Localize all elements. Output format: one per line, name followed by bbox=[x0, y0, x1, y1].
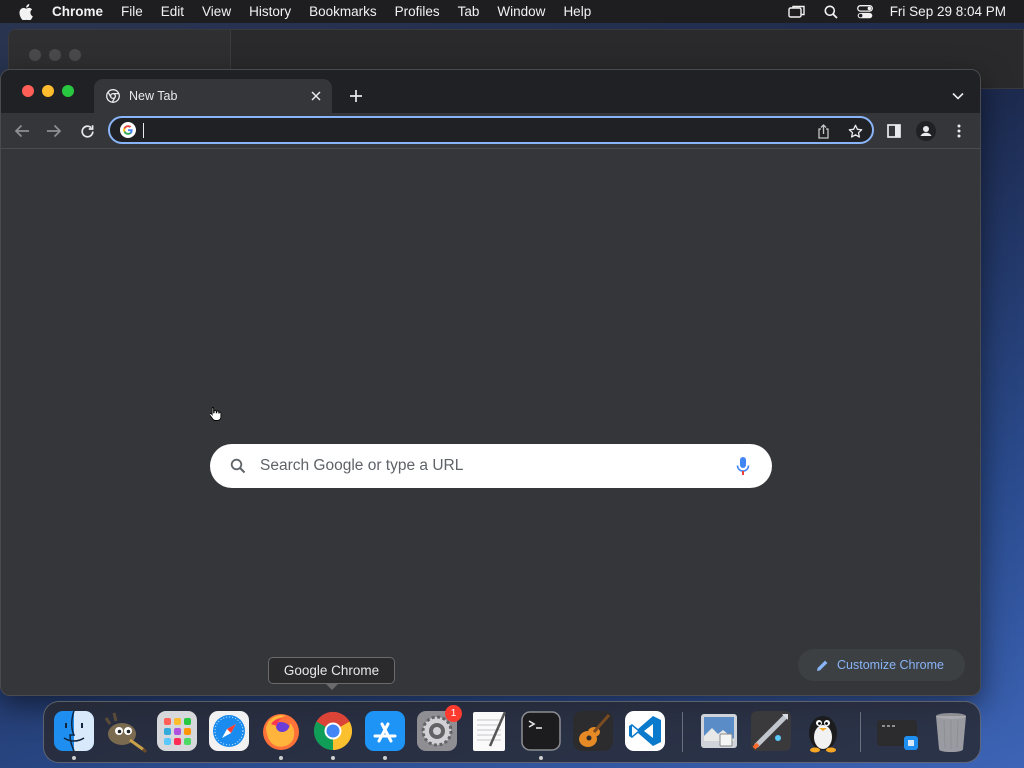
dock-launchpad[interactable] bbox=[154, 708, 200, 754]
dock-rocket-typist[interactable] bbox=[748, 708, 794, 754]
customize-chrome-label: Customize Chrome bbox=[837, 658, 944, 672]
menu-help[interactable]: Help bbox=[554, 0, 600, 23]
running-indicator bbox=[383, 756, 387, 760]
window-zoom-button[interactable] bbox=[62, 85, 74, 97]
tab-title: New Tab bbox=[129, 89, 178, 103]
dock-google-chrome[interactable] bbox=[310, 708, 356, 760]
google-chrome-icon bbox=[313, 711, 353, 751]
hand-pointer-cursor-icon bbox=[210, 406, 222, 421]
screen-mirroring-icon[interactable] bbox=[780, 5, 814, 19]
firefox-icon bbox=[263, 714, 299, 750]
dock-trash[interactable] bbox=[928, 708, 974, 754]
dock-preview[interactable] bbox=[696, 708, 742, 754]
tab-close-icon[interactable] bbox=[308, 88, 324, 104]
forward-icon[interactable] bbox=[42, 119, 66, 143]
tab-new-tab[interactable]: New Tab bbox=[94, 79, 332, 113]
running-indicator bbox=[331, 756, 335, 760]
tab-strip: New Tab bbox=[1, 70, 980, 113]
menu-tab[interactable]: Tab bbox=[449, 0, 489, 23]
menu-bookmarks[interactable]: Bookmarks bbox=[300, 0, 386, 23]
running-indicator bbox=[539, 756, 543, 760]
share-icon[interactable] bbox=[814, 122, 832, 140]
dock-gimp[interactable] bbox=[102, 708, 148, 754]
address-input[interactable] bbox=[144, 122, 784, 138]
tux-penguin-icon bbox=[809, 716, 837, 753]
running-indicator bbox=[279, 756, 283, 760]
background-window-controls bbox=[29, 49, 81, 61]
dock-separator bbox=[682, 712, 683, 752]
side-panel-icon[interactable] bbox=[882, 119, 906, 143]
vscode-icon bbox=[625, 711, 665, 751]
textedit-icon bbox=[473, 711, 507, 751]
reload-icon[interactable] bbox=[75, 119, 99, 143]
finder-icon bbox=[54, 710, 94, 752]
menu-history[interactable]: History bbox=[240, 0, 300, 23]
notification-badge: 1 bbox=[445, 705, 462, 722]
profile-icon[interactable] bbox=[914, 119, 938, 143]
gimp-icon bbox=[104, 712, 148, 754]
apple-menu[interactable] bbox=[0, 3, 52, 20]
google-g-icon bbox=[120, 122, 136, 138]
preview-icon bbox=[701, 714, 737, 748]
downloads-folder-icon bbox=[877, 720, 918, 750]
new-tab-plus-icon[interactable] bbox=[346, 86, 366, 106]
pencil-icon bbox=[817, 660, 828, 671]
inactive-close-button[interactable] bbox=[29, 49, 41, 61]
dock-visual-studio-code[interactable] bbox=[622, 708, 668, 754]
ntp-search-box[interactable]: Search Google or type a URL bbox=[210, 444, 772, 488]
chrome-icon bbox=[106, 89, 120, 103]
dock-system-settings[interactable]: 1 bbox=[414, 705, 462, 754]
menu-edit[interactable]: Edit bbox=[152, 0, 193, 23]
microphone-icon[interactable] bbox=[736, 456, 750, 476]
rocket-icon bbox=[751, 711, 791, 751]
terminal-icon bbox=[521, 711, 561, 751]
address-bar[interactable] bbox=[108, 116, 874, 144]
control-center-icon[interactable] bbox=[848, 4, 882, 19]
chrome-window: New Tab Search Google or type a URL Cust… bbox=[0, 69, 981, 696]
inactive-zoom-button[interactable] bbox=[69, 49, 81, 61]
back-icon[interactable] bbox=[10, 119, 34, 143]
menu-bar: Chrome File Edit View History Bookmarks … bbox=[0, 0, 1024, 23]
inactive-minimize-button[interactable] bbox=[49, 49, 61, 61]
launchpad-icon bbox=[157, 711, 197, 751]
menu-view[interactable]: View bbox=[193, 0, 240, 23]
new-tab-page: Search Google or type a URL Customize Ch… bbox=[1, 149, 980, 695]
search-icon bbox=[230, 458, 246, 474]
running-indicator bbox=[72, 756, 76, 760]
window-controls bbox=[22, 85, 74, 97]
dock-safari[interactable] bbox=[206, 708, 252, 754]
window-minimize-button[interactable] bbox=[42, 85, 54, 97]
menu-window[interactable]: Window bbox=[488, 0, 554, 23]
dock-tooltip-arrow bbox=[325, 683, 339, 690]
garageband-guitar-icon bbox=[573, 711, 613, 751]
safari-icon bbox=[209, 711, 249, 751]
dock: 1 bbox=[43, 701, 981, 763]
dock-garageband[interactable] bbox=[570, 708, 616, 754]
ntp-search-placeholder: Search Google or type a URL bbox=[260, 457, 464, 474]
tab-search-chevron-icon[interactable] bbox=[948, 86, 968, 106]
dock-tooltip: Google Chrome bbox=[268, 657, 395, 684]
dock-terminal[interactable] bbox=[518, 708, 564, 760]
window-close-button[interactable] bbox=[22, 85, 34, 97]
spotlight-search-icon[interactable] bbox=[814, 5, 848, 19]
menu-kebab-icon[interactable] bbox=[947, 119, 971, 143]
menu-file[interactable]: File bbox=[112, 0, 152, 23]
dock-tux[interactable] bbox=[800, 708, 846, 754]
menu-app-chrome[interactable]: Chrome bbox=[52, 0, 112, 23]
bookmark-star-icon[interactable] bbox=[846, 122, 864, 140]
dock-firefox[interactable] bbox=[258, 708, 304, 760]
dock-separator bbox=[860, 712, 861, 752]
menu-profiles[interactable]: Profiles bbox=[386, 0, 449, 23]
customize-chrome-button[interactable]: Customize Chrome bbox=[798, 649, 965, 681]
dock-finder[interactable] bbox=[51, 708, 97, 760]
dock-textedit[interactable] bbox=[466, 708, 512, 754]
apple-icon bbox=[19, 3, 33, 20]
menu-clock[interactable]: Fri Sep 29 8:04 PM bbox=[882, 4, 1006, 19]
app-store-icon bbox=[365, 711, 405, 751]
dock-downloads[interactable] bbox=[874, 708, 920, 754]
dock-app-store[interactable] bbox=[362, 708, 408, 760]
browser-toolbar bbox=[1, 113, 980, 149]
trash-icon bbox=[936, 713, 966, 752]
